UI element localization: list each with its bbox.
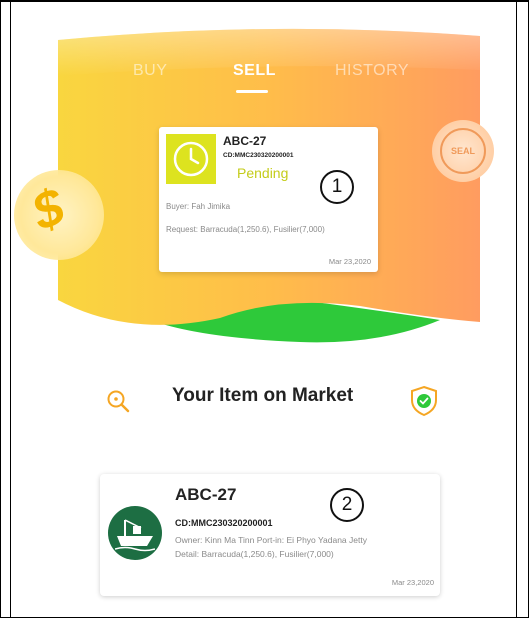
owner-port-text: Owner: Kinn Ma Tinn Port-in: Ei Phyo Yad…: [175, 535, 367, 545]
pending-badge: [166, 134, 216, 184]
annotation-marker-2: 2: [330, 488, 364, 522]
seal-icon: SEAL: [440, 128, 486, 174]
market-item-card[interactable]: ABC-27 CD:MMC230320200001 Owner: Kinn Ma…: [100, 474, 440, 596]
detail-text: Detail: Barracuda(1,250.6), Fusilier(7,0…: [175, 549, 334, 559]
active-tab-indicator: [236, 90, 268, 93]
status-label: Pending: [237, 165, 289, 181]
tab-sell[interactable]: SELL: [233, 62, 276, 80]
dollar-coin-icon[interactable]: $: [14, 170, 104, 260]
item-date: Mar 23,2020: [391, 578, 434, 587]
card-title: ABC-27: [223, 134, 267, 148]
annotation-marker-1: 1: [320, 170, 354, 204]
stamp-coin-icon[interactable]: SEAL: [432, 120, 494, 182]
tab-history[interactable]: HISTORY: [335, 62, 409, 80]
section-title: Your Item on Market: [172, 385, 354, 406]
card-code: CD:MMC230320200001: [223, 152, 294, 159]
request-text: Request: Barracuda(1,250.6), Fusilier(7,…: [166, 225, 325, 234]
fishing-boat-icon: [115, 519, 155, 552]
search-icon[interactable]: [106, 389, 132, 415]
shield-check-icon: [411, 385, 437, 417]
item-code: CD:MMC230320200001: [175, 518, 273, 528]
clock-icon: [173, 141, 209, 177]
item-title: ABC-27: [175, 485, 237, 504]
dollar-icon: $: [24, 177, 72, 243]
card-date: Mar 23,2020: [328, 257, 371, 266]
tab-buy[interactable]: BUY: [133, 62, 167, 80]
buyer-text: Buyer: Fah Jimika: [166, 202, 231, 211]
market-section-header: Your Item on Market: [0, 385, 529, 417]
tab-bar: BUY SELL HISTORY: [0, 62, 529, 96]
boat-avatar: [108, 506, 162, 560]
